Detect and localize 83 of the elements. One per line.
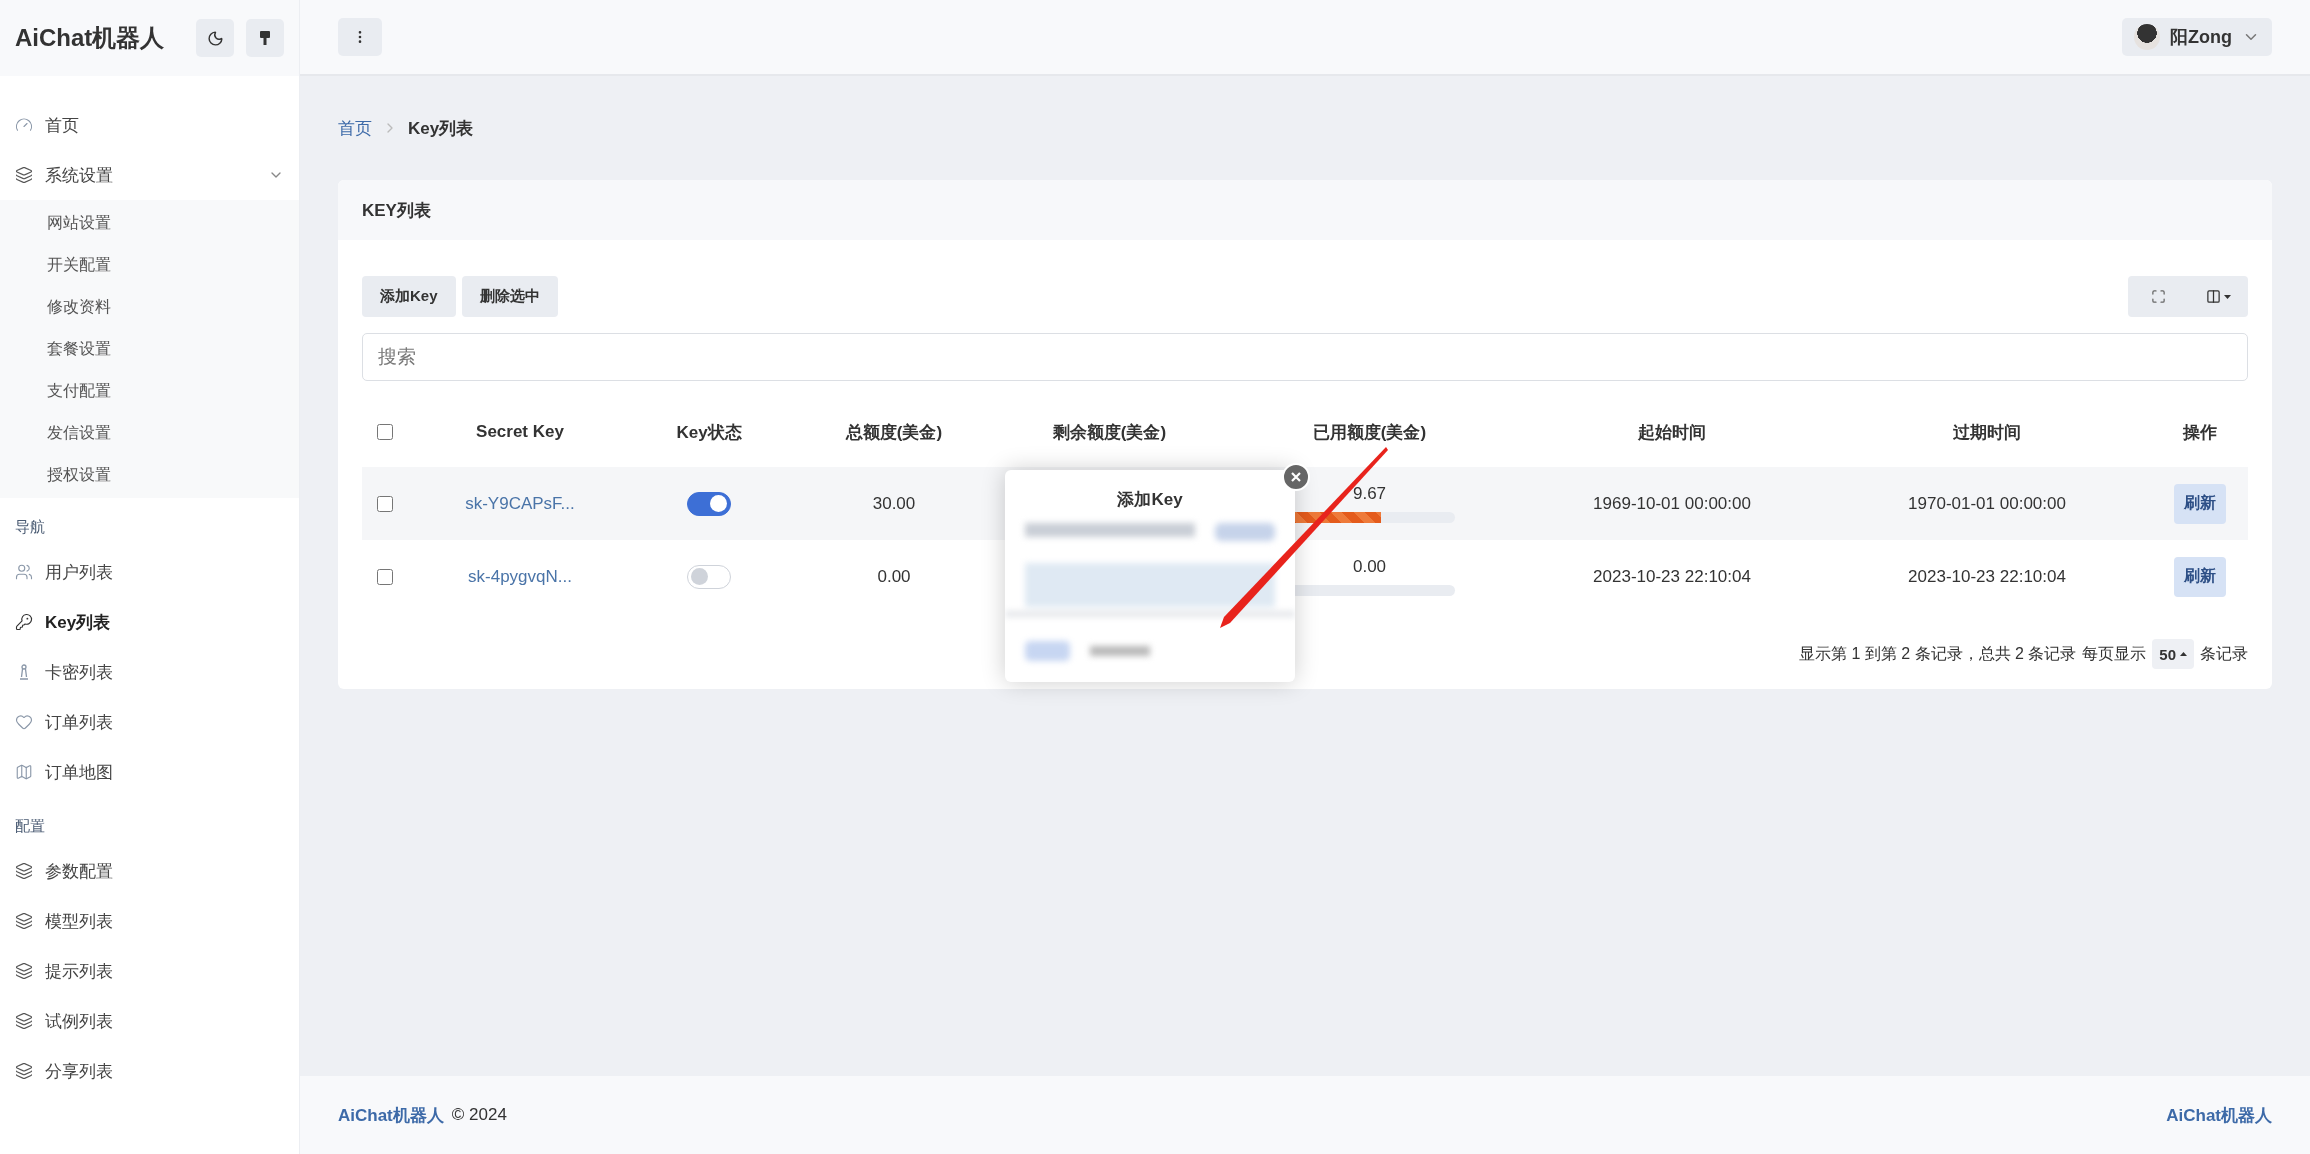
layers-icon bbox=[15, 1012, 33, 1030]
table-cell: 1969-10-01 00:00:00 bbox=[1593, 493, 1751, 514]
column-header: 总额度(美金) bbox=[844, 421, 944, 444]
column-header: 已用额度(美金) bbox=[1311, 421, 1428, 444]
nav-section-title: 配置 bbox=[14, 816, 46, 836]
sidebar-item[interactable]: 模型列表 bbox=[0, 896, 299, 946]
breadcrumb-link[interactable]: 首页 bbox=[338, 116, 372, 140]
page-size-label: 每页显示 bbox=[2082, 643, 2147, 664]
row-checkbox[interactable] bbox=[377, 568, 393, 585]
columns-icon bbox=[2205, 289, 2221, 304]
table-cell: 1970-01-01 00:00:00 bbox=[1908, 493, 2066, 514]
copyright-text: © 2024 bbox=[451, 1105, 507, 1125]
column-header: 起始时间 bbox=[1637, 421, 1707, 444]
sidebar-subitem[interactable]: 支付配置 bbox=[0, 370, 299, 412]
table-cell: 2023-10-23 22:10:04 bbox=[1908, 566, 2066, 587]
column-header: 过期时间 bbox=[1952, 421, 2022, 444]
row-checkbox[interactable] bbox=[377, 495, 393, 512]
sidebar-subitem[interactable]: 开关配置 bbox=[0, 244, 299, 286]
sidebar-item[interactable]: 用户列表 bbox=[0, 547, 299, 597]
moon-icon bbox=[206, 29, 224, 47]
sidebar-item[interactable]: 卡密列表 bbox=[0, 647, 299, 697]
theme-button[interactable] bbox=[196, 19, 234, 57]
sidebar-subitem[interactable]: 授权设置 bbox=[0, 454, 299, 496]
sidebar-item[interactable]: 首页 bbox=[0, 100, 299, 150]
sidebar-item[interactable]: 分享列表 bbox=[0, 1046, 299, 1096]
layers-icon bbox=[15, 962, 33, 980]
brush-icon bbox=[258, 30, 272, 46]
sidebar-item[interactable]: 系统设置 bbox=[0, 150, 299, 200]
column-header: 剩余额度(美金) bbox=[1051, 421, 1168, 444]
table-cell: 0.00 bbox=[877, 566, 911, 587]
sidebar-subitem[interactable]: 发信设置 bbox=[0, 412, 299, 454]
sidebar-subitem[interactable]: 修改资料 bbox=[0, 286, 299, 328]
brush-button[interactable] bbox=[246, 19, 284, 57]
pagination-summary: 显示第 1 到第 2 条记录，总共 2 条记录 bbox=[1798, 643, 2077, 664]
secret-key-link[interactable]: sk-4pygvqN... bbox=[468, 566, 572, 587]
status-toggle[interactable] bbox=[687, 491, 731, 516]
sidebar-subitem[interactable]: 套餐设置 bbox=[0, 328, 299, 370]
page-size-select[interactable]: 50 bbox=[2152, 639, 2194, 669]
card-title: KEY列表 bbox=[338, 180, 2272, 240]
sidebar-item[interactable]: 订单地图 bbox=[0, 747, 299, 797]
layers-icon bbox=[15, 862, 33, 880]
breadcrumb-link[interactable]: Key列表 bbox=[408, 116, 474, 140]
table-cell: 9.67 bbox=[1352, 484, 1387, 504]
sidebar-item[interactable]: 参数配置 bbox=[0, 846, 299, 896]
sidebar-subitem[interactable]: 网站设置 bbox=[0, 202, 299, 244]
user-menu-button[interactable]: 阳Zong bbox=[2122, 18, 2272, 56]
close-icon bbox=[1290, 471, 1302, 483]
layers-icon bbox=[15, 912, 33, 930]
sidebar-item[interactable]: 订单列表 bbox=[0, 697, 299, 747]
table-cell: 0.00 bbox=[1352, 557, 1387, 577]
sidebar-item[interactable]: 提示列表 bbox=[0, 946, 299, 996]
table-cell: 2023-10-23 22:10:04 bbox=[1593, 566, 1751, 587]
column-header: Key状态 bbox=[675, 421, 743, 444]
popup-title: 添加Key bbox=[1116, 489, 1184, 511]
footer-brand-link[interactable]: AiChat机器人 bbox=[338, 1103, 444, 1127]
layers-icon bbox=[15, 166, 33, 184]
brand-title: AiChat机器人 bbox=[15, 23, 165, 53]
secret-key-link[interactable]: sk-Y9CAPsF... bbox=[465, 493, 575, 514]
users-icon bbox=[15, 563, 33, 581]
page-size-unit: 条记录 bbox=[2200, 643, 2248, 664]
key-icon bbox=[15, 613, 33, 631]
caret-icon bbox=[2223, 294, 2231, 299]
heart-icon bbox=[15, 713, 33, 731]
refresh-button[interactable]: 刷新 bbox=[2174, 483, 2226, 524]
select-all-checkbox[interactable] bbox=[377, 424, 393, 440]
close-button[interactable] bbox=[1282, 463, 1310, 491]
table-cell: 30.00 bbox=[872, 493, 916, 514]
sidebar-item[interactable]: Key列表 bbox=[0, 597, 299, 647]
refresh-button[interactable]: 刷新 bbox=[2174, 556, 2226, 597]
sidebar-item[interactable]: 试例列表 bbox=[0, 996, 299, 1046]
column-header: Secret Key bbox=[475, 421, 565, 443]
column-header: 操作 bbox=[2181, 421, 2218, 444]
gauge-icon bbox=[15, 116, 33, 134]
avatar bbox=[2134, 24, 2160, 50]
layers-icon bbox=[15, 1062, 33, 1080]
toolbar-button[interactable]: 添加Key bbox=[362, 276, 456, 317]
footer-brand-link[interactable]: AiChat机器人 bbox=[2166, 1103, 2272, 1127]
search-field[interactable]: 搜索 bbox=[362, 333, 2248, 381]
toolbar-button[interactable]: 删除选中 bbox=[461, 276, 558, 317]
map-icon bbox=[15, 763, 33, 781]
fullscreen-icon bbox=[2150, 289, 2166, 304]
nav-section-title: 导航 bbox=[14, 517, 46, 537]
caret-icon bbox=[2180, 652, 2187, 656]
